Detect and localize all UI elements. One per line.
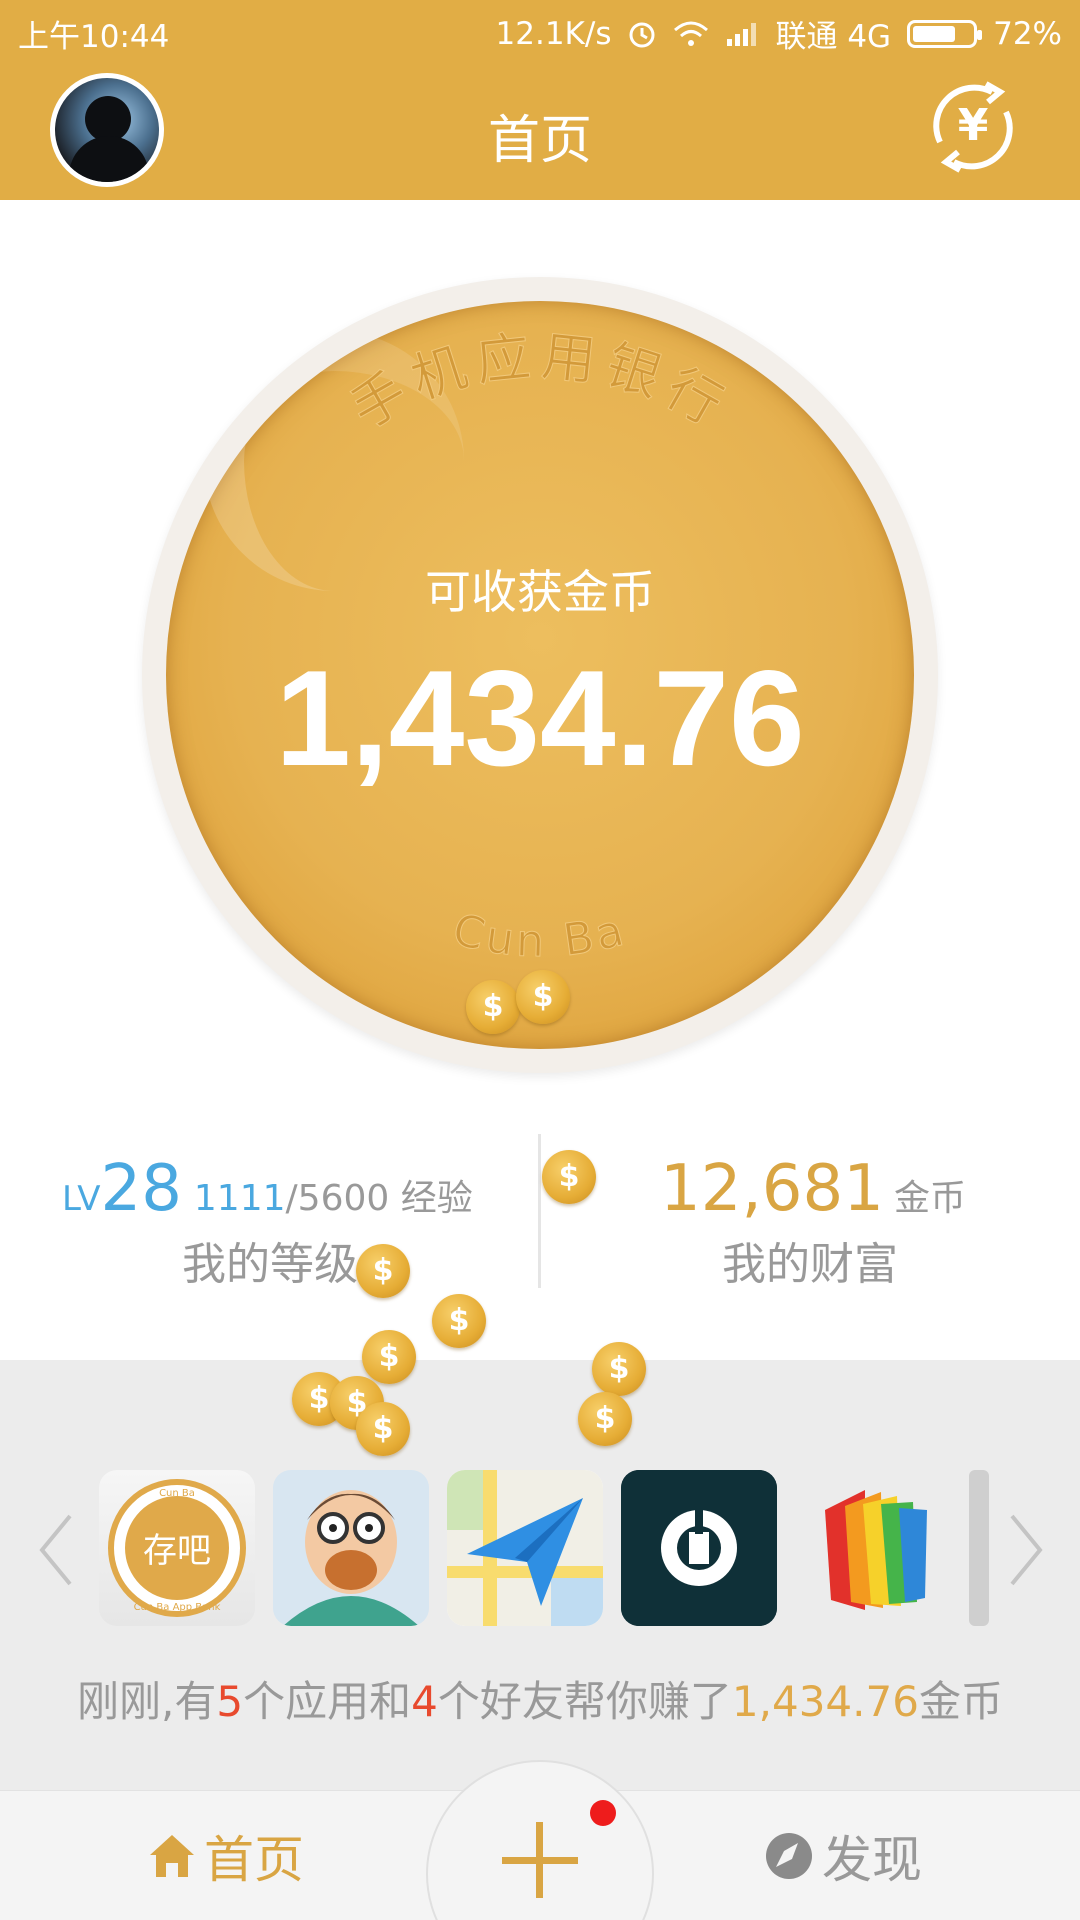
coin-icon: $ (356, 1244, 410, 1298)
app-tile-partial[interactable] (969, 1470, 989, 1626)
svg-text:Cun Ba: Cun Ba (159, 1488, 195, 1499)
svg-text:手机应用银行: 手机应用银行 (340, 324, 740, 441)
svg-text:Cun Ba: Cun Ba (448, 904, 633, 967)
battery-fill (913, 25, 955, 42)
coin-icon: $ (356, 1402, 410, 1456)
nav-home[interactable]: 首页 (148, 1820, 304, 1892)
battery-icon (907, 19, 983, 48)
status-time: 上午10:44 (18, 19, 170, 55)
header-bar: 上午10:44 12.1K/s 联通 4G 72% 首页 ¥ (0, 0, 1080, 200)
summary-amount: 1,434.76 (731, 1677, 919, 1726)
level-prefix: LV (62, 1179, 101, 1219)
coin-icon: $ (592, 1342, 646, 1396)
summary-apps-count: 5 (216, 1677, 244, 1726)
alarm-icon (629, 22, 655, 47)
notification-dot (590, 1800, 616, 1826)
page-title: 首页 (487, 111, 592, 171)
summary-text-4: 金币 (918, 1677, 1003, 1726)
wealth-unit: 金币 (893, 1178, 966, 1219)
harvest-amount: 1,434.76 (275, 642, 805, 794)
cunba-logo-icon: 存吧 Cun Ba Cun Ba App Bank (108, 1479, 246, 1617)
yuan-exchange-icon[interactable]: ¥ (920, 74, 1026, 180)
wealth-amount: 12,681 (660, 1152, 884, 1226)
earnings-summary: 刚刚,有5个应用和4个好友帮你赚了1,434.76金币 (0, 1668, 1080, 1729)
coin-icon: $ (466, 980, 520, 1034)
app-tile-uber[interactable] (621, 1470, 777, 1626)
level-number: 28 (100, 1152, 182, 1226)
wealth-title[interactable]: 我的财富 (540, 1228, 1080, 1292)
wallet-cards-icon (825, 1490, 927, 1610)
status-right: 12.1K/s 联通 4G 72% (496, 11, 1062, 56)
map-navigation-icon (447, 1470, 603, 1626)
summary-friends-count: 4 (411, 1677, 438, 1726)
network-speed: 12.1K/s (495, 15, 612, 52)
stats-row: LV28 1111/5600 经验 我的等级 12,681 金币 我的财富 (0, 1130, 1080, 1290)
home-screen: 上午10:44 12.1K/s 联通 4G 72% 首页 ¥ 手机应用银行 Cu… (0, 0, 1080, 1920)
chevron-right-icon[interactable] (1006, 1510, 1046, 1590)
nav-home-label: 首页 (204, 1831, 304, 1889)
carrier-label: 联通 4G (775, 19, 892, 55)
exp-current: 1111 (193, 1178, 286, 1219)
exp-total: /5600 经验 (285, 1178, 473, 1219)
summary-text-3: 个好友帮你赚了 (437, 1677, 732, 1726)
harvest-label: 可收获金币 (425, 565, 655, 619)
status-bar: 上午10:44 12.1K/s 联通 4G 72% (0, 0, 1080, 60)
cartoon-face-icon (273, 1470, 429, 1626)
wealth-line: 12,681 金币 (660, 1152, 966, 1226)
svg-text:¥: ¥ (958, 100, 989, 151)
nav-discover[interactable]: 发现 (764, 1820, 922, 1892)
level-title[interactable]: 我的等级 (0, 1228, 540, 1292)
app-tile-cunba[interactable]: 存吧 Cun Ba Cun Ba App Bank (99, 1470, 255, 1626)
svg-text:Cun Ba App Bank: Cun Ba App Bank (134, 1602, 221, 1613)
app-tile-wallet[interactable] (795, 1470, 951, 1626)
battery-percent: 72% (993, 15, 1062, 52)
plus-icon-stem (536, 1822, 543, 1898)
coin-engraving-text: 手机应用银行 (340, 324, 733, 442)
compass-icon (766, 1833, 812, 1879)
coin-icon: $ (432, 1294, 486, 1348)
uber-logo-icon (621, 1470, 777, 1626)
signal-icon (727, 22, 757, 46)
coin-icon: $ (578, 1392, 632, 1446)
svg-text:存吧: 存吧 (143, 1531, 211, 1571)
summary-text-1: 刚刚,有 (77, 1677, 217, 1726)
chevron-left-icon[interactable] (36, 1510, 76, 1590)
coin-icon: $ (516, 970, 570, 1024)
app-tile-map[interactable] (447, 1470, 603, 1626)
app-tile-cartoon[interactable] (273, 1470, 429, 1626)
house-icon (150, 1835, 194, 1877)
coin-icon: $ (362, 1330, 416, 1384)
wifi-icon (674, 21, 709, 46)
nav-discover-label: 发现 (822, 1831, 922, 1889)
level-line: LV28 1111/5600 经验 (62, 1152, 473, 1226)
coin-brand-text: Cun Ba (447, 904, 629, 968)
coin-icon: $ (542, 1150, 596, 1204)
summary-text-2: 个应用和 (243, 1677, 412, 1726)
